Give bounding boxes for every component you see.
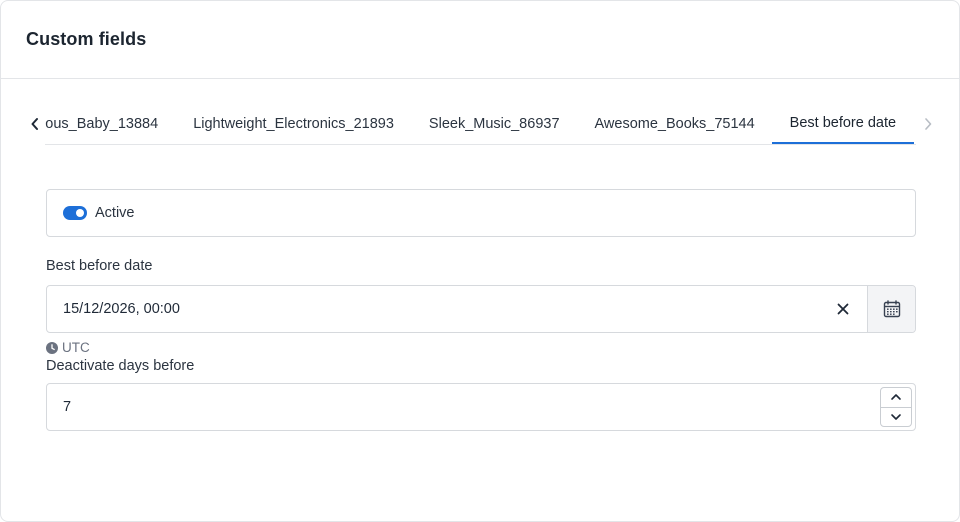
clear-date-button[interactable] [819,286,867,332]
calendar-icon [883,300,900,318]
tab-track: Gorgeous_Baby_13884 Lightweight_Electron… [45,103,914,144]
tabs: Gorgeous_Baby_13884 Lightweight_Electron… [25,103,941,145]
toggle-knob [76,209,84,217]
chevron-left-icon [31,118,38,130]
chevron-up-icon [891,394,901,401]
quantity-stepper [880,387,912,427]
open-calendar-button[interactable] [867,286,915,332]
active-toggle-field: Active [46,189,916,237]
deactivate-days-input[interactable] [47,384,880,430]
tab-gorgeous-baby[interactable]: Gorgeous_Baby_13884 [45,103,176,144]
tab-lightweight-electronics[interactable]: Lightweight_Electronics_21893 [176,103,412,144]
chevron-right-icon [925,118,932,130]
increment-button[interactable] [881,388,911,408]
clock-icon [46,341,58,354]
best-before-label: Best before date [46,258,153,274]
deactivate-days-label: Deactivate days before [46,358,195,374]
tabs-scroll-left-button[interactable] [25,103,45,145]
tab-best-before-date[interactable]: Best before date [772,103,914,144]
timezone-indicator: UTC [46,340,90,355]
card-header: Custom fields [1,1,959,79]
timezone-text: UTC [62,340,90,355]
tab-sleek-music[interactable]: Sleek_Music_86937 [411,103,577,144]
best-before-date-field [46,285,916,333]
page-title: Custom fields [26,29,147,49]
tab-awesome-books[interactable]: Awesome_Books_75144 [577,103,772,144]
active-label: Active [95,205,135,221]
chevron-down-icon [891,413,901,420]
tab-strip: Gorgeous_Baby_13884 Lightweight_Electron… [45,103,916,145]
decrement-button[interactable] [881,408,911,427]
close-icon [837,303,849,315]
tabs-scroll-right-button[interactable] [918,103,938,145]
best-before-date-input[interactable] [47,286,819,332]
active-toggle[interactable] [63,206,87,220]
deactivate-days-field [46,383,916,431]
custom-fields-card: Custom fields Gorgeous_Baby_13884 Lightw… [0,0,960,522]
